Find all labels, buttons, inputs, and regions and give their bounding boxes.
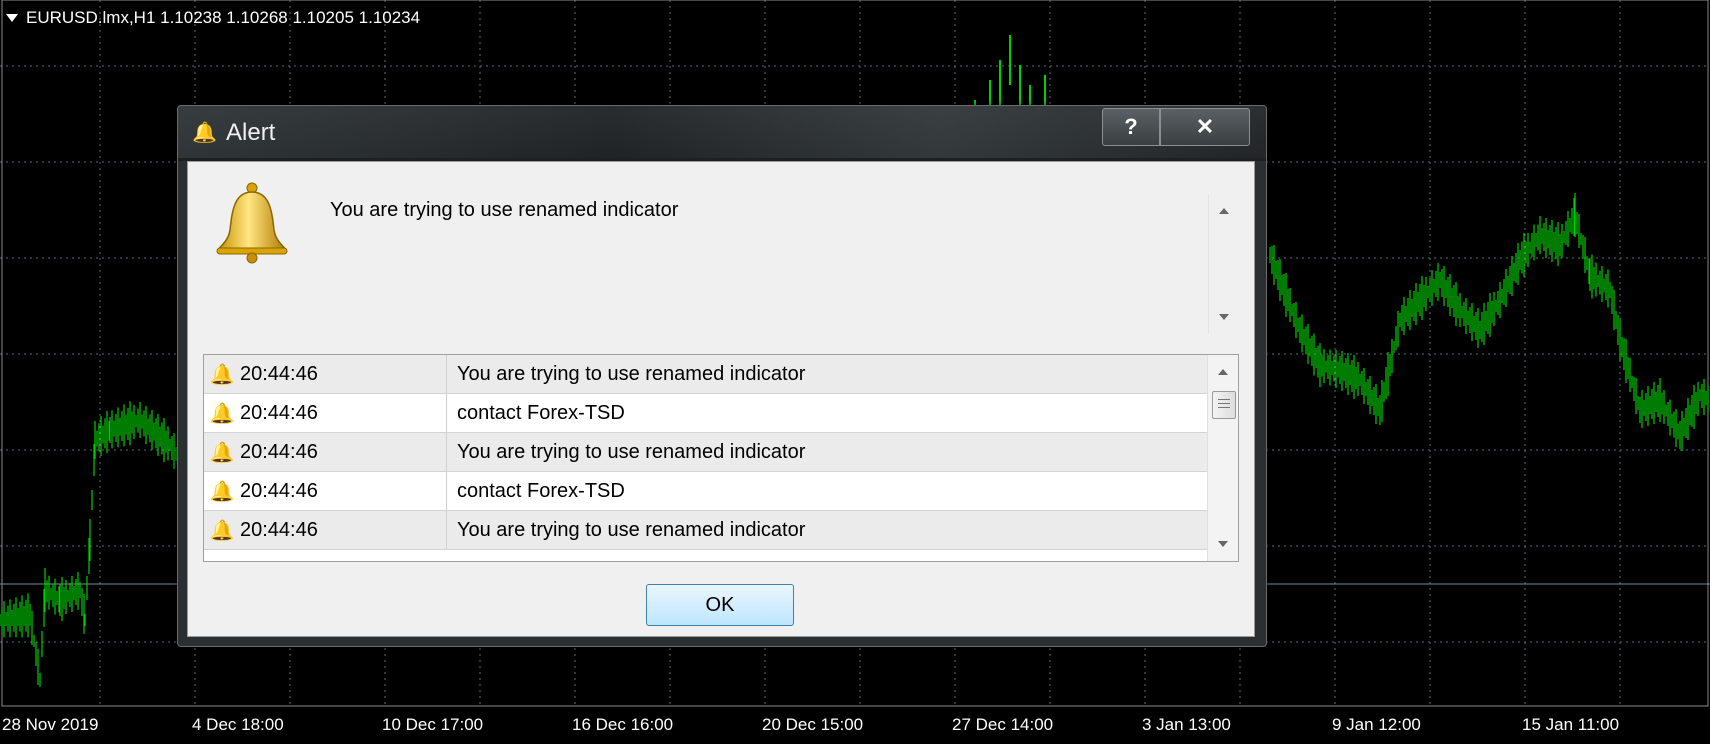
close-button[interactable]: ✕ — [1160, 108, 1250, 146]
log-row[interactable]: 🔔 20:44:46 You are trying to use renamed i… — [204, 355, 1208, 394]
alert-dialog: 🔔 Alert ? ✕ You are trying to use rename… — [177, 105, 1267, 647]
dropdown-triangle-icon[interactable] — [6, 14, 18, 22]
date-label: 28 Nov 2019 — [2, 715, 99, 734]
alert-log-list[interactable]: 🔔 20:44:46 You are trying to use renamed i… — [203, 354, 1239, 562]
dialog-titlebar[interactable]: 🔔 Alert ? ✕ — [178, 106, 1266, 158]
date-label: 15 Jan 11:00 — [1522, 715, 1620, 734]
log-time: 20:44:46 — [240, 511, 447, 549]
log-time: 20:44:46 — [240, 472, 447, 510]
bell-icon: 🔔 — [192, 122, 217, 144]
scroll-up-icon[interactable] — [1219, 208, 1229, 214]
log-text: You are trying to use renamed indicator — [457, 518, 806, 541]
log-time: 20:44:46 — [240, 433, 447, 471]
bell-icon: 🔔 — [209, 441, 235, 464]
date-label: 9 Jan 12:00 — [1332, 715, 1421, 734]
scroll-thumb[interactable] — [1212, 391, 1236, 419]
ok-button[interactable]: OK — [646, 584, 794, 626]
date-label: 10 Dec 17:00 — [382, 715, 484, 734]
bell-icon: 🔔 — [209, 402, 235, 425]
log-time: 20:44:46 — [240, 355, 447, 393]
help-button[interactable]: ? — [1102, 108, 1160, 146]
date-label: 4 Dec 18:00 — [192, 715, 284, 734]
bell-icon — [216, 182, 288, 264]
log-row[interactable]: 🔔 20:44:46 You are trying to use renamed i… — [204, 433, 1208, 472]
scroll-up-icon[interactable] — [1218, 369, 1228, 375]
alert-message: You are trying to use renamed indicator — [330, 199, 679, 221]
date-label: 27 Dec 14:00 — [952, 715, 1054, 734]
date-label: 20 Dec 15:00 — [762, 715, 864, 734]
log-time: 20:44:46 — [240, 394, 447, 432]
log-scrollbar[interactable] — [1207, 355, 1238, 561]
log-text: You are trying to use renamed indicator — [457, 362, 806, 385]
log-row[interactable]: 🔔 20:44:46 contact Forex-TSD — [204, 472, 1208, 511]
log-text: contact Forex-TSD — [457, 479, 625, 502]
message-scrollbar[interactable] — [1208, 194, 1239, 334]
scroll-down-icon[interactable] — [1219, 314, 1229, 320]
date-label: 3 Jan 13:00 — [1142, 715, 1231, 734]
log-row[interactable]: 🔔 20:44:46 You are trying to use renamed i… — [204, 511, 1208, 550]
log-row[interactable]: 🔔 20:44:46 contact Forex-TSD — [204, 394, 1208, 433]
dialog-title: Alert — [226, 119, 276, 146]
scroll-down-icon[interactable] — [1218, 541, 1228, 547]
date-label: 16 Dec 16:00 — [572, 715, 674, 734]
dialog-body: You are trying to use renamed indicator … — [187, 161, 1255, 637]
log-text: contact Forex-TSD — [457, 401, 625, 424]
bell-icon: 🔔 — [209, 480, 235, 503]
chart-header: EURUSD.lmx,H1 1.10238 1.10268 1.10205 1.… — [6, 8, 420, 28]
bell-icon: 🔔 — [209, 363, 235, 386]
log-text: You are trying to use renamed indicator — [457, 440, 806, 463]
symbol-quote: EURUSD.lmx,H1 1.10238 1.10268 1.10205 1.… — [26, 8, 421, 27]
bell-icon: 🔔 — [209, 519, 235, 542]
